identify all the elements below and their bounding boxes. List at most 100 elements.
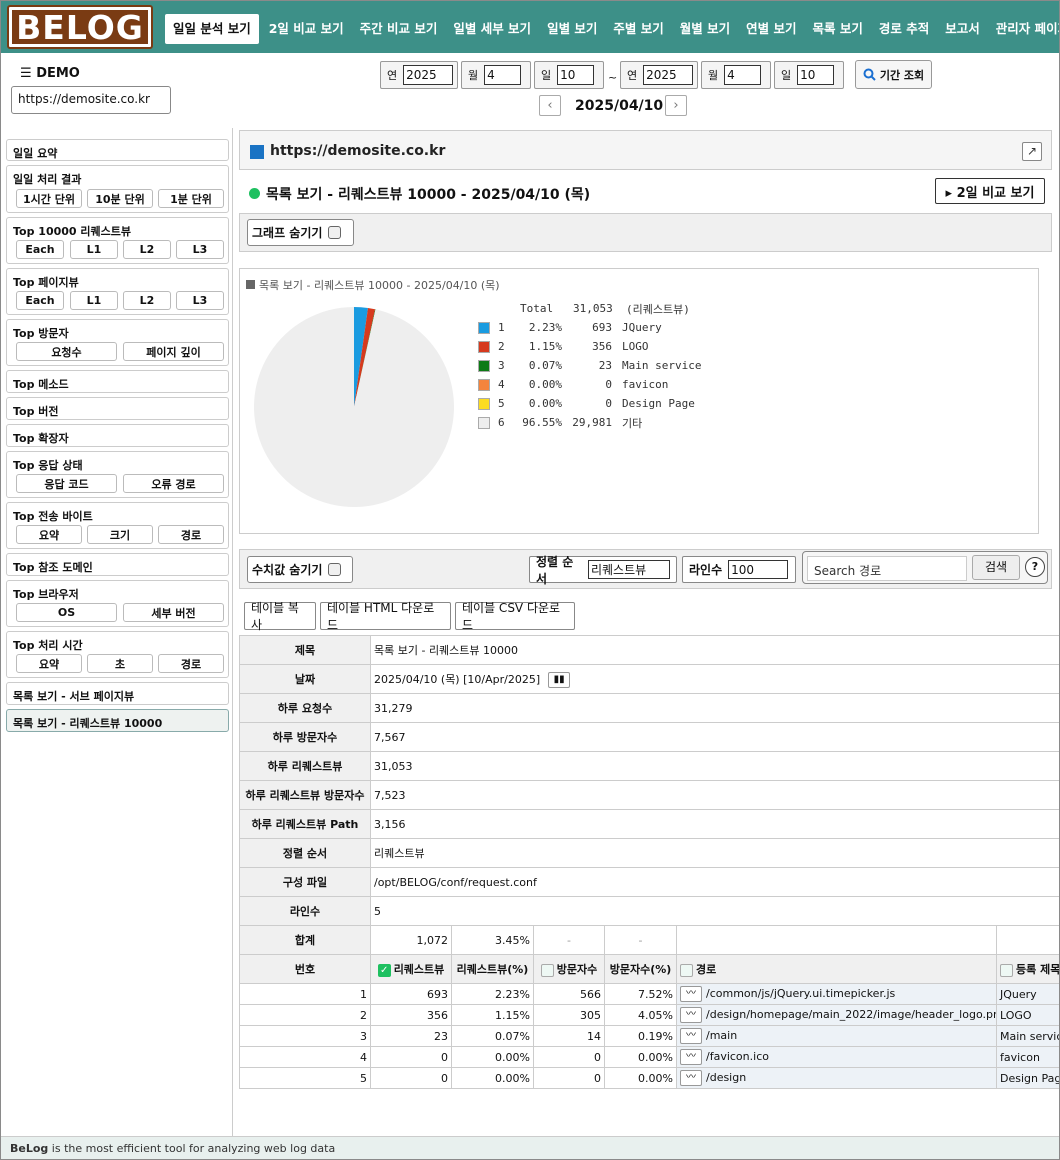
table-row[interactable]: 3230.07%140.19%〰 /main Main service xyxy=(239,1025,1059,1047)
top-status-errorpath-button[interactable]: 오류 경로 xyxy=(123,474,224,493)
col-header-path[interactable]: 경로 xyxy=(676,954,997,984)
table-html-download-button[interactable]: 테이블 HTML 다운로드 xyxy=(320,601,451,632)
unchecked-checkbox-icon[interactable] xyxy=(1000,963,1013,977)
site-url-field[interactable]: https://demosite.co.kr xyxy=(11,86,171,114)
table-row[interactable]: 4 0 0.00% 0 0.00% 〰/favicon.ico favicon xyxy=(239,1046,1059,1068)
trend-icon[interactable]: 〰 xyxy=(680,986,702,1002)
hide-values-toggle[interactable]: 수치값 숨기기 xyxy=(247,556,353,583)
col-header-visitors-pct[interactable]: 방문자수(%) xyxy=(604,954,677,984)
line-count-input[interactable]: 100 xyxy=(728,560,789,579)
path-search-input[interactable]: Search 경로 xyxy=(807,556,967,581)
compare-2day-button[interactable]: ▸ 2일 비교 보기 xyxy=(935,178,1045,204)
site-selector[interactable]: ☰ DEMO xyxy=(20,66,80,81)
sidebar-top-extension[interactable]: Top 확장자 xyxy=(6,424,229,447)
cell-path-text[interactable]: /design xyxy=(706,1071,746,1084)
prev-date-button[interactable]: ‹ xyxy=(539,95,561,116)
unchecked-checkbox-icon[interactable] xyxy=(540,963,554,977)
col-header-no[interactable]: 번호 xyxy=(239,954,371,984)
table-csv-download-button[interactable]: 테이블 CSV 다운로드 xyxy=(455,601,575,632)
to-day-input[interactable]: 10 xyxy=(797,65,835,85)
cell-path[interactable]: 〰 /favicon.ico xyxy=(676,1046,997,1068)
sidebar-list-subpageview[interactable]: 목록 보기 - 서브 페이지뷰 xyxy=(6,682,229,705)
from-year-input[interactable]: 2025 xyxy=(403,65,453,85)
cell-path[interactable]: 〰 /design/homepage/main_2022/image/header… xyxy=(676,1004,997,1026)
top-req-l1-button[interactable]: L1 xyxy=(70,240,118,259)
nav-daily-analysis[interactable]: 일일 분석 보기 xyxy=(165,14,259,44)
bar-chart-icon[interactable]: ▮▮ xyxy=(548,671,571,688)
top-page-each-button[interactable]: Each xyxy=(16,291,64,310)
path-search-button[interactable]: 검색 xyxy=(972,555,1020,580)
nav-daily[interactable]: 일별 보기 xyxy=(539,14,605,44)
nav-weekly-compare[interactable]: 주간 비교 보기 xyxy=(352,14,446,44)
top-req-l2-button[interactable]: L2 xyxy=(123,240,171,259)
nav-list[interactable]: 목록 보기 xyxy=(805,14,871,44)
daily-1hour-button[interactable]: 1시간 단위 xyxy=(16,189,82,208)
cell-path[interactable]: 〰 /common/js/jQuery.ui.timepicker.js xyxy=(676,983,997,1005)
table-row[interactable]: 2 356 1.15% 305 4.05% 〰 /design/homepage/main_… xyxy=(239,1004,1059,1026)
nav-daily-detail[interactable]: 일별 세부 보기 xyxy=(445,14,539,44)
top-bytes-size-button[interactable]: 크기 xyxy=(87,525,153,544)
sidebar-daily-summary[interactable]: 일일 요약 xyxy=(6,139,229,161)
nav-path-trace[interactable]: 경로 추적 xyxy=(871,14,937,44)
top-visitor-requests-button[interactable]: 요청수 xyxy=(16,342,117,361)
sidebar-list-requestview[interactable]: 목록 보기 - 리퀘스트뷰 10000 xyxy=(6,709,229,732)
sort-order-select[interactable]: 리퀘스트뷰 xyxy=(587,560,670,579)
nav-yearly[interactable]: 연별 보기 xyxy=(738,14,804,44)
sidebar-top-method[interactable]: Top 메소드 xyxy=(6,370,229,393)
to-year-input[interactable]: 2025 xyxy=(643,65,693,85)
top-req-each-button[interactable]: Each xyxy=(16,240,64,259)
top-page-l3-button[interactable]: L3 xyxy=(176,291,224,310)
trend-icon[interactable]: 〰 xyxy=(680,1028,702,1044)
daily-10min-button[interactable]: 10분 단위 xyxy=(87,189,153,208)
sidebar-top-version[interactable]: Top 버전 xyxy=(6,397,229,420)
hamburger-icon[interactable]: ☰ xyxy=(20,66,36,81)
top-browser-version-button[interactable]: 세부 버전 xyxy=(123,603,224,622)
top-time-summary-button[interactable]: 요약 xyxy=(16,654,82,673)
hide-graph-checkbox[interactable] xyxy=(328,226,342,239)
cell-path-text[interactable]: /favicon.ico xyxy=(706,1050,769,1063)
nav-weekly[interactable]: 주별 보기 xyxy=(605,14,671,44)
nav-report[interactable]: 보고서 xyxy=(937,14,988,44)
top-bytes-path-button[interactable]: 경로 xyxy=(158,525,224,544)
cell-path-text[interactable]: /main xyxy=(706,1029,737,1042)
top-page-l1-button[interactable]: L1 xyxy=(70,291,118,310)
nav-monthly[interactable]: 월별 보기 xyxy=(672,14,738,44)
trend-icon[interactable]: 〰 xyxy=(680,1070,702,1086)
belog-logo[interactable]: BELOG xyxy=(7,5,153,49)
from-day-input[interactable]: 10 xyxy=(557,65,595,85)
top-time-seconds-button[interactable]: 초 xyxy=(87,654,153,673)
top-browser-os-button[interactable]: OS xyxy=(16,603,117,622)
col-header-requests[interactable]: ✓ 리퀘스트뷰 xyxy=(370,954,452,984)
external-link-icon[interactable]: ↗ xyxy=(1022,142,1042,161)
top-visitor-depth-button[interactable]: 페이지 깊이 xyxy=(123,342,224,361)
top-time-path-button[interactable]: 경로 xyxy=(158,654,224,673)
nav-2day-compare[interactable]: 2일 비교 보기 xyxy=(261,14,352,44)
trend-icon[interactable]: 〰 xyxy=(680,1049,702,1065)
help-icon[interactable]: ? xyxy=(1025,557,1045,577)
sidebar-top-referrer[interactable]: Top 참조 도메인 xyxy=(6,553,229,576)
trend-icon[interactable]: 〰 xyxy=(680,1007,702,1023)
table-copy-button[interactable]: 테이블 복사 xyxy=(244,601,316,632)
unchecked-checkbox-icon[interactable] xyxy=(680,963,693,977)
daily-1min-button[interactable]: 1분 단위 xyxy=(158,189,224,208)
cell-path[interactable]: 〰 /main xyxy=(676,1025,997,1047)
top-req-l3-button[interactable]: L3 xyxy=(176,240,224,259)
period-query-button[interactable]: 기간 조회 xyxy=(855,60,932,89)
to-month-input[interactable]: 4 xyxy=(724,65,762,85)
from-month-input[interactable]: 4 xyxy=(484,65,522,85)
cell-path[interactable]: 〰 /design xyxy=(676,1067,997,1089)
top-bytes-summary-button[interactable]: 요약 xyxy=(16,525,82,544)
cell-path-text[interactable]: /design/homepage/main_2022/image/header_… xyxy=(706,1008,996,1021)
next-date-button[interactable]: › xyxy=(665,95,687,116)
cell-path-text[interactable]: /common/js/jQuery.ui.timepicker.js xyxy=(706,987,895,1000)
col-header-requests-pct[interactable]: 리퀘스트뷰(%) xyxy=(451,954,534,984)
hide-graph-toggle[interactable]: 그래프 숨기기 xyxy=(247,219,354,246)
hide-values-checkbox[interactable] xyxy=(328,563,342,576)
top-status-code-button[interactable]: 응답 코드 xyxy=(16,474,117,493)
checked-checkbox-icon[interactable]: ✓ xyxy=(377,963,391,977)
nav-admin[interactable]: 관리자 페이지 xyxy=(988,14,1059,44)
table-row[interactable]: 500.00%00.00%〰/designDesign Page xyxy=(239,1067,1059,1089)
top-page-l2-button[interactable]: L2 xyxy=(123,291,171,310)
table-row[interactable]: 1 693 2.23% 566 7.52% 〰 /common/js/jQuery.ui.t… xyxy=(239,983,1059,1005)
col-header-visitors[interactable]: 방문자수 xyxy=(533,954,605,984)
